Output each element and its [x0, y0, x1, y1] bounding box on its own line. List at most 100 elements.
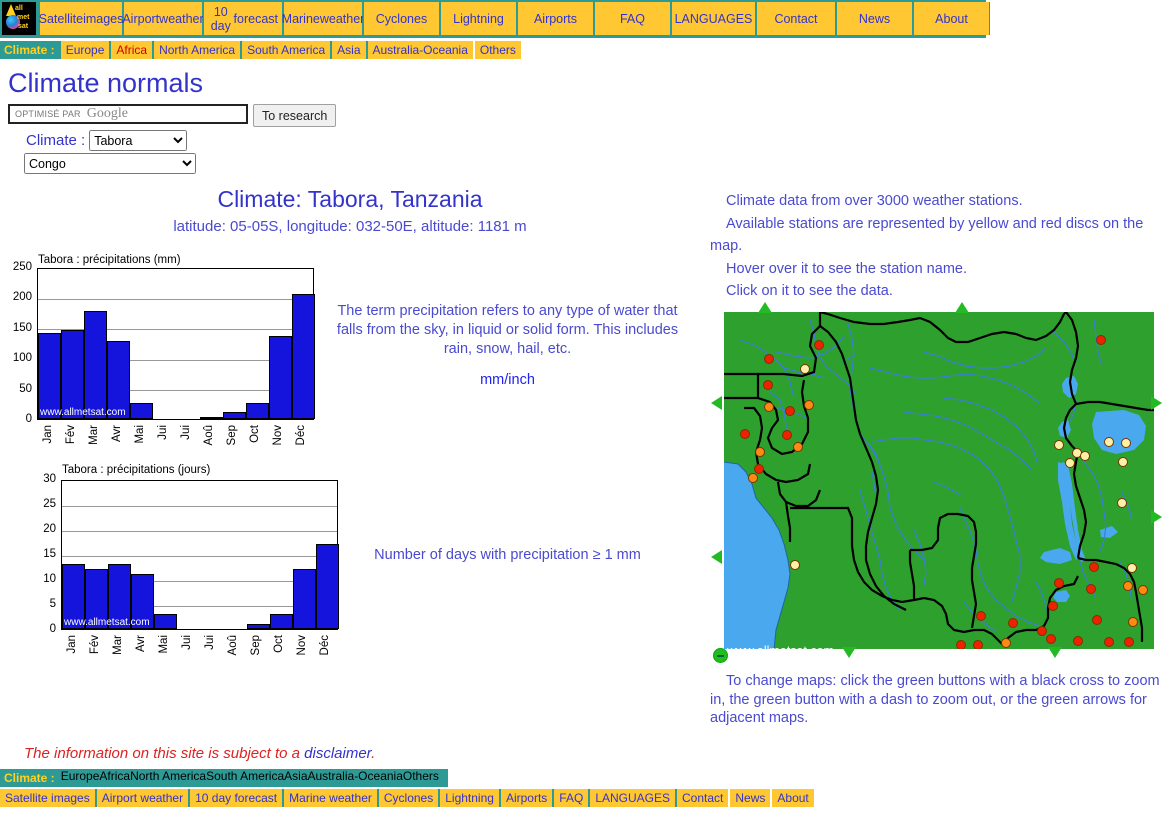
map-station-dot-yellow[interactable]: [1080, 451, 1090, 461]
climate-region-australia-oceania[interactable]: Australia-Oceania: [308, 769, 403, 787]
footer-nav-cyclones[interactable]: Cyclones: [378, 789, 439, 807]
map-station-dot-yellow[interactable]: [1117, 498, 1127, 508]
map-station-dot-red[interactable]: [814, 340, 824, 350]
climate-region-africa[interactable]: Africa: [111, 41, 153, 59]
map-arrow-up-left[interactable]: [758, 302, 772, 313]
map-station-dot-red[interactable]: [782, 430, 792, 440]
map-station-dot-red[interactable]: [1054, 578, 1064, 588]
map-station-dot-orange[interactable]: [1123, 581, 1133, 591]
climate-region-europe[interactable]: Europe: [61, 769, 100, 787]
nav-tab-about[interactable]: About: [913, 2, 990, 35]
map-station-dot-orange[interactable]: [748, 473, 758, 483]
map-station-dot-red[interactable]: [1092, 615, 1102, 625]
nav-tab-marine-weather[interactable]: Marine weather: [282, 2, 364, 35]
map-station-dot-red[interactable]: [763, 380, 773, 390]
footer-nav-lightning[interactable]: Lightning: [440, 789, 499, 807]
map-station-dot-red[interactable]: [1086, 584, 1096, 594]
map-station-dot-red[interactable]: [1048, 601, 1058, 611]
climate-region-others[interactable]: Others: [474, 41, 521, 59]
climate-region-others[interactable]: Others: [403, 769, 439, 787]
nav-tab-news[interactable]: News: [836, 2, 913, 35]
country-select[interactable]: Congo: [24, 153, 196, 174]
search-input[interactable]: OPTIMISÉ PAR Google: [8, 104, 248, 124]
search-submit-button[interactable]: To research: [253, 104, 337, 127]
map-arrow-left-bottom[interactable]: [711, 550, 722, 564]
map-arrow-right-bottom[interactable]: [1151, 510, 1162, 524]
station-select[interactable]: Tabora: [89, 130, 188, 151]
map-arrow-down-left[interactable]: [842, 647, 856, 658]
map-station-dot-red[interactable]: [1124, 637, 1134, 647]
map-station-dot-red[interactable]: [764, 354, 774, 364]
map-station-dot-orange[interactable]: [793, 442, 803, 452]
footer-nav-marine-weather[interactable]: Marine weather: [284, 789, 377, 807]
footer-nav-10-day-forecast[interactable]: 10 day forecast: [190, 789, 283, 807]
nav-tab-languages[interactable]: LANGUAGES: [671, 2, 756, 35]
map-station-dot-yellow[interactable]: [1054, 440, 1064, 450]
map-station-dot-red[interactable]: [785, 406, 795, 416]
nav-tab-airport-weather[interactable]: Airport weather: [122, 2, 204, 35]
climate-region-asia[interactable]: Asia: [332, 41, 366, 59]
nav-tab-lightning[interactable]: Lightning: [440, 2, 517, 35]
map-station-dot-yellow[interactable]: [1118, 457, 1128, 467]
chart-x-tick: Aoû: [203, 425, 216, 446]
map-station-dot-red[interactable]: [1073, 636, 1083, 646]
map-station-dot-yellow[interactable]: [800, 364, 810, 374]
map-zoom-out-button[interactable]: [713, 648, 728, 663]
map-station-dot-yellow[interactable]: [1127, 563, 1137, 573]
climate-region-north-america[interactable]: North America: [154, 41, 241, 59]
map-station-dot-orange[interactable]: [804, 400, 814, 410]
footer-nav-satellite-images[interactable]: Satellite images: [0, 789, 95, 807]
nav-tab-10-day-forecast[interactable]: 10 day forecast: [203, 2, 283, 35]
footer-nav-languages[interactable]: LANGUAGES: [590, 789, 676, 807]
footer-nav-faq[interactable]: FAQ: [554, 789, 589, 807]
climate-region-south-america[interactable]: South America: [206, 769, 284, 787]
map-station-dot-orange[interactable]: [1128, 617, 1138, 627]
climate-region-europe[interactable]: Europe: [60, 41, 110, 59]
map-station-dot-orange[interactable]: [1138, 585, 1148, 595]
map-arrow-left-top[interactable]: [711, 396, 722, 410]
map-station-dot-red[interactable]: [1096, 335, 1106, 345]
map-station-dot-orange[interactable]: [1001, 638, 1011, 648]
map-station-dot-red[interactable]: [754, 464, 764, 474]
climate-region-north-america[interactable]: North America: [130, 769, 206, 787]
footer-nav-about[interactable]: About: [772, 789, 814, 807]
site-logo[interactable]: all met sat: [2, 2, 36, 35]
map-station-dot-red[interactable]: [1104, 637, 1114, 647]
disclaimer-link[interactable]: disclaimer: [304, 745, 371, 762]
map-station-dot-red[interactable]: [1037, 626, 1047, 636]
map-station-dot-yellow[interactable]: [1121, 438, 1131, 448]
climate-region-australia-oceania[interactable]: Australia-Oceania: [367, 41, 473, 59]
map-station-dot-red[interactable]: [1089, 562, 1099, 572]
map-station-dot-orange[interactable]: [755, 447, 765, 457]
search-powered-label: OPTIMISÉ PAR: [15, 109, 81, 119]
chart-bar: [269, 614, 293, 629]
map-station-dot-red[interactable]: [956, 640, 966, 649]
nav-tab-faq[interactable]: FAQ: [594, 2, 671, 35]
map-arrow-down-center[interactable]: [1048, 647, 1062, 658]
mm-inch-link[interactable]: mm/inch: [330, 372, 685, 388]
map-station-dot-yellow[interactable]: [790, 560, 800, 570]
footer-nav-airport-weather[interactable]: Airport weather: [96, 789, 189, 807]
footer-nav-contact[interactable]: Contact: [677, 789, 729, 807]
map-arrow-right-top[interactable]: [1151, 396, 1162, 410]
footer-nav-airports[interactable]: Airports: [500, 789, 553, 807]
map-image[interactable]: [724, 312, 1154, 649]
map-station-dot-red[interactable]: [973, 640, 983, 649]
map-station-dot-red[interactable]: [1008, 618, 1018, 628]
map-station-dot-red[interactable]: [976, 611, 986, 621]
climate-region-south-america[interactable]: South America: [242, 41, 331, 59]
nav-tab-satellite-images[interactable]: Satellite images: [39, 2, 123, 35]
map-arrow-up-center[interactable]: [955, 302, 969, 313]
nav-tab-airports[interactable]: Airports: [517, 2, 594, 35]
climate-region-africa[interactable]: Africa: [99, 769, 130, 787]
map-station-dot-red[interactable]: [1046, 634, 1056, 644]
climate-region-asia[interactable]: Asia: [284, 769, 307, 787]
nav-tab-cyclones[interactable]: Cyclones: [363, 2, 440, 35]
map-station-dot-yellow[interactable]: [1104, 437, 1114, 447]
nav-tab-contact[interactable]: Contact: [756, 2, 836, 35]
map-station-dot-orange[interactable]: [764, 402, 774, 412]
station-map[interactable]: [710, 300, 1164, 660]
map-station-dot-red[interactable]: [740, 429, 750, 439]
footer-nav-news[interactable]: News: [730, 789, 771, 807]
map-station-dot-yellow[interactable]: [1065, 458, 1075, 468]
